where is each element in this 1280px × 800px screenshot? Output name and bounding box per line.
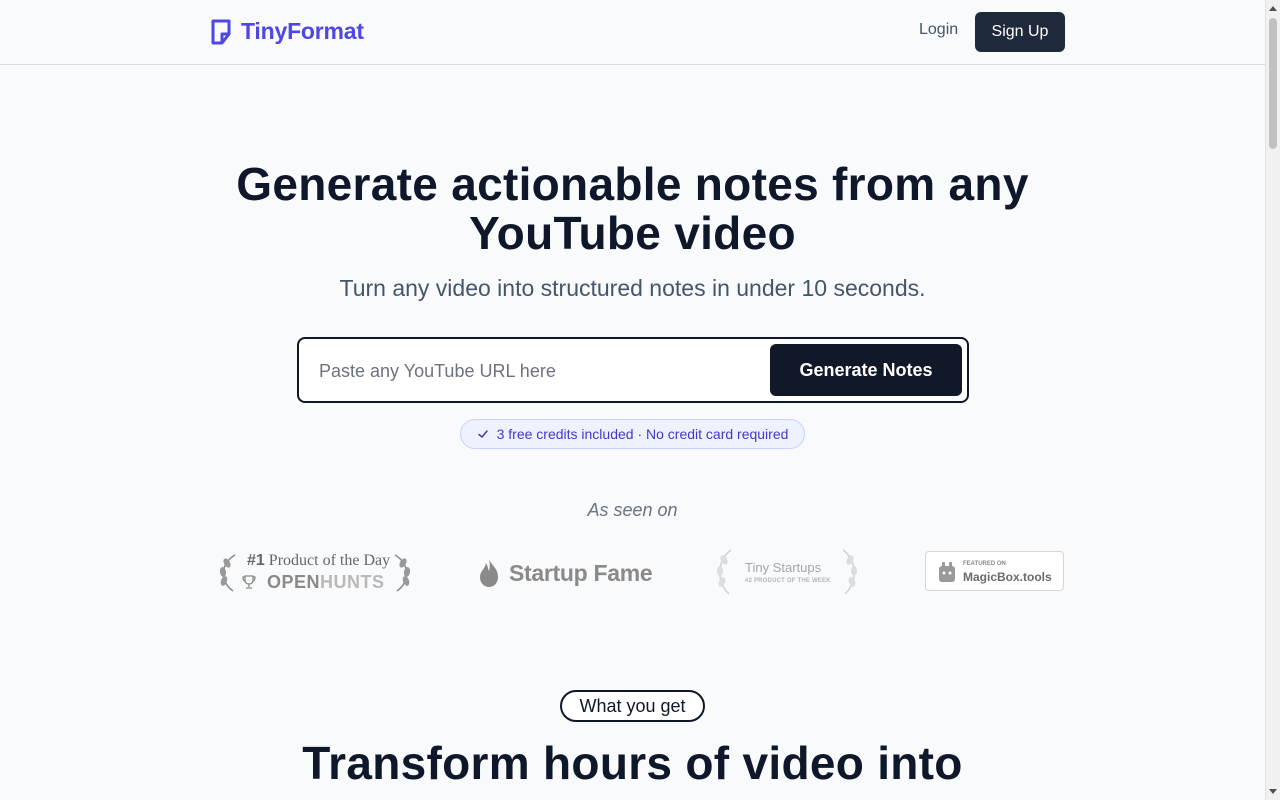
openhunts-badge[interactable]: #1 Product of the Day OPENHUNTS — [215, 550, 415, 595]
trophy-icon — [242, 575, 256, 589]
laurel-right-icon — [394, 554, 411, 592]
scrollbar-thumb[interactable] — [1269, 18, 1277, 149]
magicbox-icon — [939, 562, 955, 582]
hero-subtitle: Turn any video into structured notes in … — [339, 275, 926, 301]
openhunts-name: OPENHUNTS — [267, 572, 385, 592]
hero-title: Generate actionable notes from any YouTu… — [0, 160, 1265, 258]
brand-name: TinyFormat — [241, 18, 364, 44]
document-icon — [211, 19, 231, 44]
tiny-startups-name: Tiny Startups — [745, 560, 822, 575]
youtube-url-input[interactable] — [319, 353, 759, 389]
magicbox-featured: FEATURED ON — [963, 561, 1006, 567]
credits-badge: 3 free credits included · No credit card… — [460, 419, 805, 449]
openhunts-line1: #1 Product of the Day — [247, 552, 391, 569]
laurel-left-icon — [717, 549, 732, 595]
check-icon — [477, 430, 488, 438]
startup-fame-name: Startup Fame — [509, 559, 653, 586]
seen-on-label: As seen on — [587, 500, 678, 520]
flame-icon — [480, 559, 498, 587]
laurel-right-icon — [842, 549, 857, 595]
url-form: Generate Notes — [297, 337, 969, 403]
site-header: TinyFormat Login Sign Up — [0, 0, 1265, 65]
generate-notes-button[interactable]: Generate Notes — [770, 344, 962, 396]
what-you-get-badge: What you get — [560, 690, 705, 722]
magicbox-name: MagicBox.tools — [963, 570, 1052, 584]
login-link[interactable]: Login — [919, 21, 958, 39]
brand-logo[interactable]: TinyFormat — [210, 18, 364, 45]
scroll-down-arrow-icon[interactable] — [1269, 789, 1277, 795]
features-title: Transform hours of video into — [302, 737, 963, 789]
credits-text: 3 free credits included · No credit card… — [496, 426, 789, 442]
tiny-startups-badge[interactable]: Tiny Startups #2 PRODUCT OF THE WEEK — [713, 548, 861, 598]
scroll-up-arrow-icon[interactable] — [1269, 5, 1277, 11]
magicbox-badge[interactable]: FEATURED ON MagicBox.tools — [925, 551, 1064, 591]
signup-button[interactable]: Sign Up — [975, 12, 1065, 52]
hero-title-line1: Generate actionable notes from any — [236, 158, 1029, 210]
press-logos: #1 Product of the Day OPENHUNTS Startup … — [0, 545, 1265, 600]
laurel-left-icon — [219, 554, 236, 592]
hero-title-line2: YouTube video — [469, 207, 796, 259]
startup-fame-badge[interactable]: Startup Fame — [477, 555, 653, 591]
page-scrollbar[interactable] — [1265, 0, 1280, 800]
tiny-startups-award: #2 PRODUCT OF THE WEEK — [745, 578, 831, 584]
